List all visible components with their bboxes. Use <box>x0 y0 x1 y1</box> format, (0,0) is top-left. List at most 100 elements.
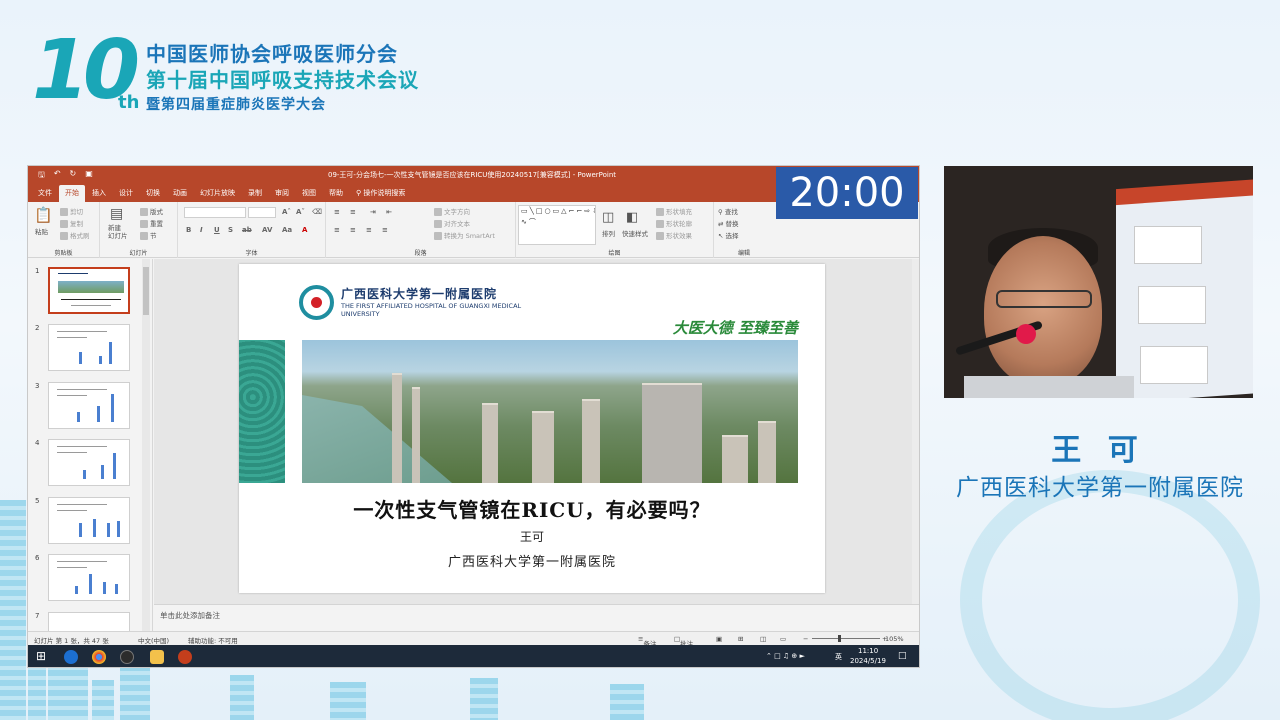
zoom-slider[interactable] <box>812 638 880 639</box>
thumbnail-scrollbar[interactable] <box>142 259 150 631</box>
shadow-icon[interactable]: S <box>228 226 233 234</box>
decrease-font-icon[interactable]: Aˇ <box>296 208 305 216</box>
bold-icon[interactable]: B <box>186 226 191 234</box>
document-title: 09-王可-分会场七-一次性支气管镜是否应该在RICU使用20240517[兼容… <box>328 171 617 179</box>
align-right-icon[interactable]: ≡ <box>366 226 372 234</box>
slide-thumbnail-2[interactable] <box>48 324 130 371</box>
bullets-icon[interactable]: ≡ <box>334 208 340 216</box>
slide-thumbnail-3[interactable] <box>48 382 130 429</box>
align-center-icon[interactable]: ≡ <box>350 226 356 234</box>
pen-icon <box>656 220 664 228</box>
align-text-button[interactable]: 对齐文本 <box>434 218 470 228</box>
outdent-icon[interactable]: ⇤ <box>386 208 392 216</box>
tab-home[interactable]: 开始 <box>59 185 85 202</box>
tab-transitions[interactable]: 切换 <box>140 185 166 202</box>
slide-thumbnail-4[interactable] <box>48 439 130 486</box>
zoom-level[interactable]: 105% <box>885 635 904 643</box>
change-case-icon[interactable]: Aa <box>282 226 292 234</box>
paste-icon[interactable]: 📋 <box>34 206 53 224</box>
reading-view-icon[interactable]: ◫ <box>760 635 766 643</box>
ime-indicator[interactable]: 英 <box>835 652 842 662</box>
justify-icon[interactable]: ≡ <box>382 226 388 234</box>
clear-format-icon[interactable]: ⌫ <box>312 208 322 216</box>
tab-help[interactable]: 帮助 <box>323 185 349 202</box>
increase-font-icon[interactable]: Aˆ <box>282 208 291 216</box>
current-slide[interactable]: 广西医科大学第一附属医院 THE FIRST AFFILIATED HOSPIT… <box>239 264 825 593</box>
windows-start-icon[interactable]: ⊞ <box>36 649 50 663</box>
font-size-dropdown[interactable] <box>248 207 276 218</box>
shapes-gallery[interactable]: ▭╲□○▭△⌐⌐⇨⇩☆{}∿⌒ <box>518 205 596 245</box>
italic-icon[interactable]: I <box>200 226 203 234</box>
notes-toggle[interactable]: ≡ 备注 <box>638 635 656 648</box>
slide-thumbnail-5[interactable] <box>48 497 130 544</box>
text-direction-button[interactable]: 文字方向 <box>434 206 470 216</box>
recorder-icon[interactable] <box>120 650 134 664</box>
paste-button[interactable]: 粘贴 <box>35 226 48 236</box>
file-explorer-icon[interactable] <box>150 650 164 664</box>
reset-button[interactable]: 重置 <box>140 218 163 228</box>
slide-thumbnail-7[interactable] <box>48 612 130 631</box>
copy-button[interactable]: 复制 <box>60 218 83 228</box>
zoom-out-icon[interactable]: − <box>803 635 808 643</box>
tab-animations[interactable]: 动画 <box>167 185 193 202</box>
save-icon[interactable]: 🖫 <box>38 169 45 183</box>
scrollbar-thumb[interactable] <box>143 267 149 315</box>
redo-icon[interactable]: ↻ <box>70 169 77 183</box>
new-slide-icon[interactable]: ▤ <box>110 206 123 222</box>
quick-styles-button[interactable]: 快速样式 <box>622 228 648 238</box>
zoom-slider-thumb[interactable] <box>838 635 841 642</box>
tell-me-search[interactable]: ⚲ 操作说明搜索 <box>350 185 411 202</box>
underline-icon[interactable]: U <box>214 226 220 234</box>
tab-record[interactable]: 录制 <box>242 185 268 202</box>
numbering-icon[interactable]: ≡ <box>350 208 356 216</box>
group-label-paragraph: 段落 <box>414 250 427 257</box>
normal-view-icon[interactable]: ▣ <box>716 635 722 643</box>
editor-scrollbar[interactable] <box>912 259 919 604</box>
shape-fill-button[interactable]: 形状填充 <box>656 206 692 216</box>
indent-icon[interactable]: ⇥ <box>370 208 376 216</box>
accessibility-status[interactable]: 辅助功能: 不可用 <box>188 635 238 645</box>
start-slideshow-icon[interactable]: ▣ <box>85 169 93 183</box>
spacing-icon[interactable]: AV <box>262 226 272 234</box>
powerpoint-icon[interactable] <box>178 650 192 664</box>
slide-sorter-icon[interactable]: ⊞ <box>738 635 743 643</box>
select-button[interactable]: ↖ 选择 <box>718 230 739 240</box>
slideshow-view-icon[interactable]: ▭ <box>780 635 786 643</box>
cut-button[interactable]: 剪切 <box>60 206 83 216</box>
tab-insert[interactable]: 插入 <box>86 185 112 202</box>
group-clipboard: 📋 粘贴 剪切 复制 格式刷 剪贴板 <box>28 202 100 258</box>
notification-icon[interactable]: □ <box>898 651 907 661</box>
shape-outline-button[interactable]: 形状轮廓 <box>656 218 692 228</box>
notes-pane[interactable]: 单击此处添加备注 <box>154 604 919 631</box>
align-left-icon[interactable]: ≡ <box>334 226 340 234</box>
tab-design[interactable]: 设计 <box>113 185 139 202</box>
tray-icons[interactable]: ⌃ □ ♫ ⊕ ► <box>766 652 805 660</box>
tab-review[interactable]: 审阅 <box>269 185 295 202</box>
edge-icon[interactable] <box>64 650 78 664</box>
slide-thumbnail-1[interactable] <box>48 267 130 314</box>
comments-toggle[interactable]: □ 批注 <box>674 635 693 648</box>
clock-time[interactable]: 11:10 <box>858 647 878 655</box>
quick-styles-icon[interactable]: ◧ <box>626 210 638 225</box>
find-button[interactable]: ⚲ 查找 <box>718 206 738 216</box>
section-button[interactable]: 节 <box>140 230 157 240</box>
tab-view[interactable]: 视图 <box>296 185 322 202</box>
layout-button[interactable]: 版式 <box>140 206 163 216</box>
format-painter-button[interactable]: 格式刷 <box>60 230 90 240</box>
slide-thumbnail-6[interactable] <box>48 554 130 601</box>
new-slide-button[interactable]: 新建 幻灯片 <box>108 224 128 240</box>
language-indicator[interactable]: 中文(中国) <box>138 635 169 645</box>
font-color-icon[interactable]: A <box>302 226 307 234</box>
replace-button[interactable]: ⇄ 替换 <box>718 218 739 228</box>
tab-file[interactable]: 文件 <box>32 185 58 202</box>
clock-date[interactable]: 2024/5/19 <box>850 657 886 665</box>
undo-icon[interactable]: ↶ <box>54 169 61 183</box>
shape-effects-button[interactable]: 形状效果 <box>656 230 692 240</box>
smartart-button[interactable]: 转换为 SmartArt <box>434 230 495 240</box>
tab-slideshow[interactable]: 幻灯片放映 <box>194 185 241 202</box>
chrome-icon[interactable] <box>92 650 106 664</box>
arrange-icon[interactable]: ◫ <box>602 210 614 225</box>
strikethrough-icon[interactable]: ab <box>242 226 252 234</box>
font-name-dropdown[interactable] <box>184 207 246 218</box>
arrange-button[interactable]: 排列 <box>602 228 615 238</box>
